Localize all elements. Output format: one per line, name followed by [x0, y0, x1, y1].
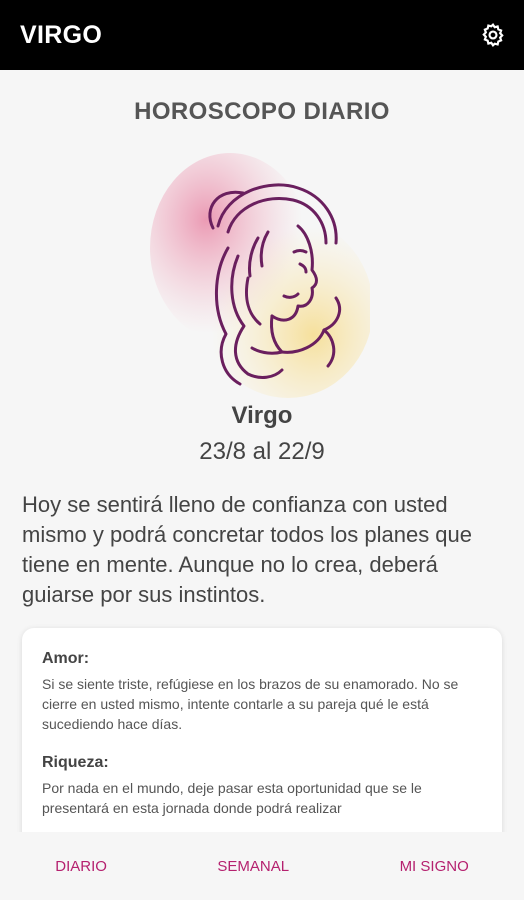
- virgo-illustration: [148, 148, 373, 398]
- app-title: VIRGO: [20, 20, 103, 49]
- bottom-navigation: DIARIO SEMANAL MI SIGNO: [0, 832, 524, 900]
- gear-icon[interactable]: [478, 20, 508, 50]
- nav-my-sign[interactable]: MI SIGNO: [382, 850, 487, 883]
- sign-name: Virgo: [231, 402, 293, 429]
- nav-weekly[interactable]: SEMANAL: [199, 850, 307, 883]
- sign-dates: 23/8 al 22/9: [199, 438, 325, 465]
- app-bar: VIRGO: [0, 0, 524, 70]
- love-heading: Amor:: [42, 650, 90, 667]
- nav-daily[interactable]: DIARIO: [37, 850, 125, 883]
- wealth-text: Por nada en el mundo, deje pasar esta op…: [42, 780, 422, 816]
- wealth-heading: Riqueza:: [42, 754, 109, 771]
- section-title: HOROSCOPO DIARIO: [134, 98, 390, 125]
- love-text: Si se siente triste, refúgiese en los br…: [42, 676, 459, 732]
- horoscope-details-card: Amor: Si se siente triste, refúgiese en …: [22, 628, 502, 832]
- main-content: HOROSCOPO DIARIO Virgo 23/8 al 22/9 Hoy …: [0, 70, 524, 832]
- daily-summary: Hoy se sentirá lleno de confianza con us…: [22, 492, 473, 607]
